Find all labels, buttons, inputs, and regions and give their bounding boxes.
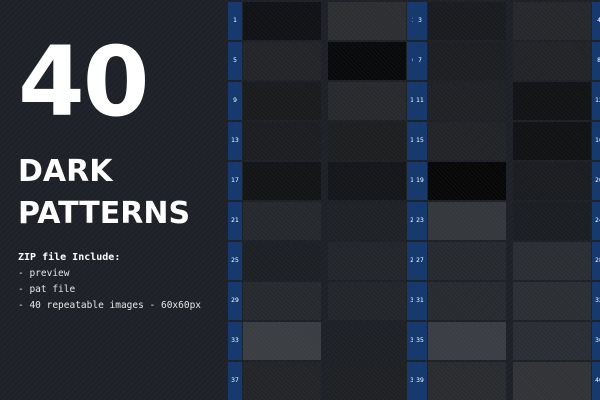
pattern-tile: 2 (236, 2, 421, 40)
pattern-swatch (328, 122, 406, 160)
pattern-number-tab: 24 (592, 202, 600, 240)
pattern-swatch (513, 202, 591, 240)
pattern-tile: 22 (236, 202, 421, 240)
pattern-number-tab: 40 (592, 362, 600, 400)
pattern-tile: 8 (421, 42, 600, 80)
zip-contents-list: - preview - pat file - 40 repeatable ima… (18, 266, 201, 314)
pattern-tile: 6 (236, 42, 421, 80)
pattern-tile: 4 (421, 2, 600, 40)
pattern-number-tab: 16 (592, 122, 600, 160)
pattern-swatch (513, 282, 591, 320)
pattern-tile: 40 (421, 362, 600, 400)
pattern-tile: 18 (236, 162, 421, 200)
pattern-number-tab: 8 (592, 42, 600, 80)
pattern-number-tab: 20 (592, 162, 600, 200)
headline-dark: DARK (18, 154, 113, 189)
pattern-swatch (328, 2, 406, 40)
pattern-number-tab: 12 (592, 82, 600, 120)
headline-number: 40 (18, 26, 150, 138)
pattern-swatch (328, 362, 406, 400)
pattern-number-tab: 28 (592, 242, 600, 280)
pattern-swatch (513, 2, 591, 40)
pattern-swatch (513, 322, 591, 360)
pattern-swatch (328, 162, 406, 200)
pattern-grid: 1234567891011121314151617181920212223242… (228, 2, 600, 400)
pattern-number-tab: 32 (592, 282, 600, 320)
pattern-tile: 24 (421, 202, 600, 240)
pattern-tile: 20 (421, 162, 600, 200)
hero-panel: 40 DARK PATTERNS ZIP file Include: - pre… (18, 0, 223, 400)
pattern-tile: 36 (421, 322, 600, 360)
pattern-swatch (513, 362, 591, 400)
pattern-tile: 12 (421, 82, 600, 120)
zip-heading: ZIP file Include: (18, 252, 121, 263)
pattern-tile: 34 (236, 322, 421, 360)
pattern-swatch (513, 42, 591, 80)
pattern-tile: 38 (236, 362, 421, 400)
pattern-swatch (513, 162, 591, 200)
zip-item-images: - 40 repeatable images - 60x60px (18, 300, 202, 311)
zip-item-pat-file: - pat file (18, 284, 76, 295)
pattern-tile: 30 (236, 282, 421, 320)
pattern-swatch (328, 202, 406, 240)
pattern-swatch (513, 82, 591, 120)
pattern-swatch (328, 282, 406, 320)
pattern-tile: 10 (236, 82, 421, 120)
pattern-swatch (513, 242, 591, 280)
pattern-tile: 14 (236, 122, 421, 160)
pattern-swatch (513, 122, 591, 160)
pattern-tile: 28 (421, 242, 600, 280)
headline-patterns: PATTERNS (18, 196, 191, 231)
pattern-swatch (328, 42, 406, 80)
pattern-swatch (328, 82, 406, 120)
pattern-number-tab: 4 (592, 2, 600, 40)
pattern-swatch (328, 242, 406, 280)
pattern-tile: 32 (421, 282, 600, 320)
pattern-tile: 16 (421, 122, 600, 160)
zip-item-preview: - preview (18, 268, 70, 279)
pattern-number-tab: 36 (592, 322, 600, 360)
pattern-swatch (328, 322, 406, 360)
pattern-tile: 26 (236, 242, 421, 280)
